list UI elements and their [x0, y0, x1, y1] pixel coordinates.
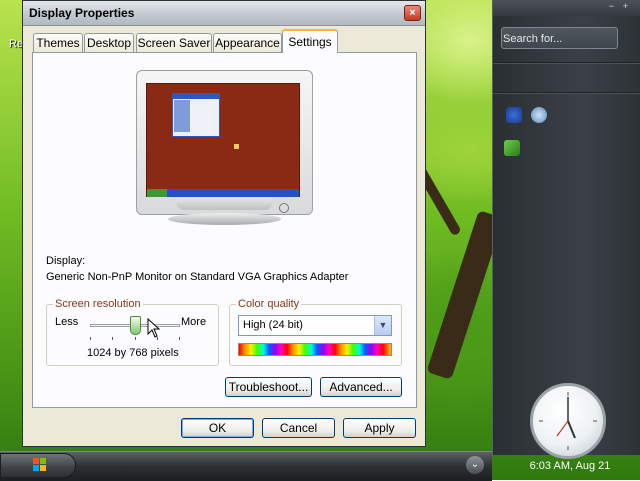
- troubleshoot-button[interactable]: Troubleshoot...: [225, 377, 312, 397]
- advanced-button[interactable]: Advanced...: [320, 377, 402, 397]
- color-quality-selected: High (24 bit): [243, 319, 303, 331]
- search-placeholder: Search for...: [503, 33, 563, 45]
- title-bar[interactable]: Display Properties ×: [23, 1, 425, 26]
- clock-time-label: 6:03 AM, Aug 21: [529, 460, 611, 472]
- monitor-stand: [176, 198, 273, 210]
- windows-logo-icon: [33, 458, 46, 471]
- tab-settings[interactable]: Settings: [282, 29, 338, 53]
- desktop-icon-label[interactable]: Re: [9, 38, 23, 50]
- ok-button[interactable]: OK: [181, 418, 254, 438]
- sidebar-divider: [493, 62, 640, 64]
- resolution-more-label: More: [181, 316, 207, 328]
- clock-hour-hand: [567, 420, 576, 439]
- monitor-preview: [136, 70, 313, 216]
- close-button[interactable]: ×: [404, 5, 421, 21]
- resolution-value: 1024 by 768 pixels: [87, 347, 179, 359]
- monitor-power-button: [279, 203, 289, 213]
- chevron-down-icon[interactable]: ⌄: [466, 456, 484, 474]
- display-adapter-value: Generic Non-PnP Monitor on Standard VGA …: [46, 271, 349, 283]
- window-title: Display Properties: [29, 6, 135, 20]
- color-spectrum-bar: [238, 343, 392, 356]
- plus-icon[interactable]: +: [621, 2, 630, 11]
- analog-clock: [530, 383, 606, 459]
- chevron-down-icon[interactable]: ▼: [374, 316, 391, 335]
- tab-themes[interactable]: Themes: [33, 33, 83, 52]
- display-label: Display:: [46, 255, 86, 267]
- tab-appearance[interactable]: Appearance: [213, 33, 282, 52]
- cancel-button[interactable]: Cancel: [262, 418, 335, 438]
- contacts-gadget-icon[interactable]: [506, 107, 522, 123]
- color-quality-select[interactable]: High (24 bit) ▼: [238, 315, 392, 336]
- tab-screen-saver[interactable]: Screen Saver: [136, 33, 212, 52]
- color-quality-legend: Color quality: [236, 298, 302, 310]
- mini-cursor: [234, 144, 239, 149]
- apply-button[interactable]: Apply: [343, 418, 416, 438]
- monitor-screen: [146, 83, 300, 197]
- tab-desktop[interactable]: Desktop: [84, 33, 134, 52]
- minus-icon[interactable]: −: [607, 2, 616, 11]
- feed-gadget-icon[interactable]: [531, 107, 547, 123]
- resolution-less-label: Less: [55, 316, 79, 328]
- sidebar-header: − +: [493, 0, 640, 16]
- start-button[interactable]: [0, 453, 76, 478]
- screen-resolution-legend: Screen resolution: [53, 298, 143, 310]
- mini-taskbar: [147, 189, 299, 197]
- resolution-slider-ticks: [90, 337, 180, 340]
- sidebar-divider: [493, 92, 640, 94]
- resolution-slider-thumb[interactable]: [130, 316, 141, 335]
- monitor-base: [168, 213, 281, 225]
- mouse-pointer-icon: [147, 318, 161, 338]
- sidebar-search-input[interactable]: Search for...: [501, 27, 618, 49]
- clock-second-hand: [556, 420, 569, 437]
- add-gadget-icon[interactable]: [504, 140, 520, 156]
- mini-window-preview: [172, 93, 220, 137]
